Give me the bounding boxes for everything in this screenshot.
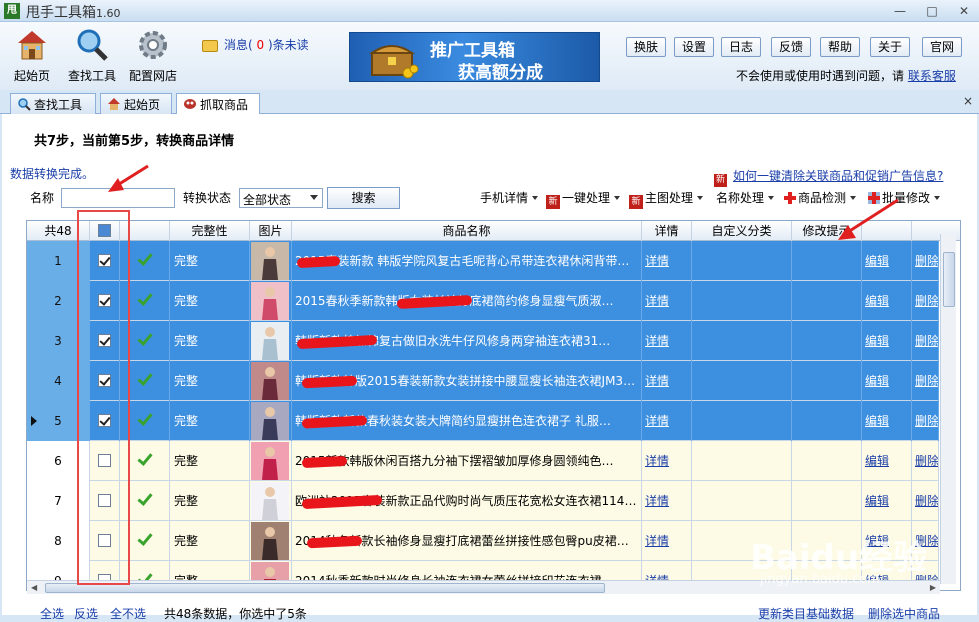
annotation-arrowhead-left [108,178,124,192]
watermark-url: jingyan.baidu.com [760,572,880,587]
annotation-arrow-left [115,164,149,188]
annotation-arrow-right [847,198,899,234]
annotation-arrows [108,164,899,240]
